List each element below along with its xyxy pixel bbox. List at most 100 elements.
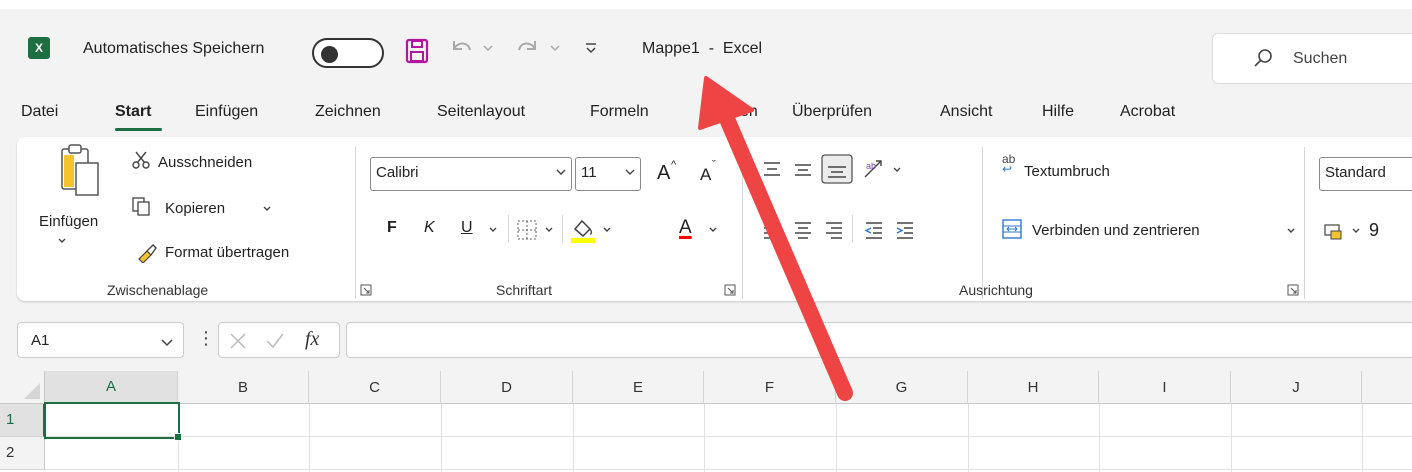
font-color-dropdown-icon[interactable] bbox=[707, 224, 719, 236]
wrap-text-icon[interactable]: ab ↩ bbox=[1002, 153, 1015, 175]
font-launcher-icon[interactable] bbox=[724, 284, 736, 296]
tab-zeichnen[interactable]: Zeichnen bbox=[315, 103, 381, 121]
decrease-indent-icon[interactable] bbox=[863, 219, 885, 241]
font-size-combo[interactable]: 11 bbox=[575, 157, 641, 191]
tab-seitenlayout[interactable]: Seitenlayout bbox=[437, 103, 525, 121]
tab-acrobat[interactable]: Acrobat bbox=[1120, 103, 1175, 121]
column-header-g[interactable]: G bbox=[836, 371, 968, 404]
tab-ueberpruefen[interactable]: Überprüfen bbox=[792, 103, 872, 121]
customize-toolbar-icon[interactable] bbox=[584, 41, 598, 55]
fill-color-dropdown-icon[interactable] bbox=[601, 224, 613, 236]
column-header-k[interactable] bbox=[1362, 371, 1412, 404]
accounting-dropdown-icon[interactable] bbox=[1350, 225, 1362, 237]
underline-dropdown-icon[interactable] bbox=[487, 224, 499, 236]
redo-dropdown-icon[interactable] bbox=[549, 42, 561, 54]
column-header-d[interactable]: D bbox=[441, 371, 573, 404]
tab-ansicht[interactable]: Ansicht bbox=[940, 103, 992, 121]
increase-indent-icon[interactable] bbox=[894, 219, 916, 241]
separator bbox=[508, 215, 509, 243]
paste-label[interactable]: Einfügen bbox=[39, 213, 98, 230]
column-header-f[interactable]: F bbox=[704, 371, 836, 404]
italic-button[interactable]: K bbox=[424, 219, 435, 237]
column-header-h[interactable]: H bbox=[968, 371, 1099, 404]
undo-icon[interactable] bbox=[448, 37, 474, 63]
alignment-launcher-icon[interactable] bbox=[1287, 284, 1299, 296]
name-box[interactable]: A1 bbox=[17, 322, 184, 358]
row-header-2[interactable]: 2 bbox=[0, 437, 45, 470]
align-right-icon[interactable] bbox=[823, 219, 845, 241]
fill-color-icon[interactable] bbox=[570, 217, 596, 245]
merge-center-dropdown-icon[interactable] bbox=[1285, 225, 1297, 237]
column-header-b[interactable]: B bbox=[178, 371, 309, 404]
search-icon bbox=[1254, 49, 1272, 67]
search-box[interactable]: Suchen bbox=[1212, 33, 1412, 84]
font-size-dropdown-icon[interactable] bbox=[624, 166, 636, 178]
clipboard-launcher-icon[interactable] bbox=[360, 284, 372, 296]
align-left-icon[interactable] bbox=[761, 219, 783, 241]
align-middle-icon[interactable] bbox=[792, 159, 814, 181]
formula-bar-grip[interactable]: ⋮ bbox=[197, 328, 215, 349]
borders-icon[interactable] bbox=[516, 219, 538, 241]
document-title: Mappe1 - Excel bbox=[642, 40, 763, 57]
align-bottom-icon[interactable] bbox=[820, 153, 854, 185]
column-header-c[interactable]: C bbox=[309, 371, 441, 404]
fill-handle[interactable] bbox=[174, 433, 182, 441]
undo-dropdown-icon[interactable] bbox=[482, 42, 494, 54]
orientation-dropdown-icon[interactable] bbox=[891, 164, 903, 176]
tab-hilfe[interactable]: Hilfe bbox=[1042, 103, 1074, 121]
format-painter-label[interactable]: Format übertragen bbox=[165, 244, 289, 261]
formula-input[interactable] bbox=[346, 322, 1412, 358]
autosave-toggle[interactable] bbox=[312, 38, 384, 68]
bold-button[interactable]: F bbox=[387, 219, 397, 237]
worksheet-grid: A B C D E F G H I J 1 2 bbox=[0, 371, 1412, 472]
row-header-1[interactable]: 1 bbox=[0, 404, 45, 437]
scissors-icon[interactable] bbox=[131, 150, 151, 170]
redo-icon[interactable] bbox=[515, 37, 541, 63]
font-color-button[interactable]: A bbox=[679, 217, 692, 239]
paste-icon[interactable] bbox=[59, 143, 103, 199]
grow-font-button[interactable]: A bbox=[657, 162, 670, 185]
select-all-corner[interactable] bbox=[0, 371, 45, 404]
percent-format-button[interactable]: 9 bbox=[1369, 220, 1379, 241]
selected-cell-a1[interactable] bbox=[44, 402, 180, 439]
insert-function-button[interactable]: fx bbox=[305, 328, 319, 351]
grid-line bbox=[836, 404, 837, 472]
copy-icon[interactable] bbox=[131, 196, 151, 216]
cell-row-2[interactable] bbox=[45, 437, 1412, 470]
grid-line bbox=[1362, 404, 1363, 472]
column-header-j[interactable]: J bbox=[1231, 371, 1362, 404]
format-painter-icon[interactable] bbox=[135, 241, 157, 263]
paste-dropdown-icon[interactable] bbox=[56, 235, 68, 247]
cell-row-1[interactable] bbox=[45, 404, 1412, 437]
merge-center-label[interactable]: Verbinden und zentrieren bbox=[1032, 222, 1200, 239]
tab-daten[interactable]: en bbox=[740, 103, 758, 121]
title-bar: X Automatisches Speichern Mappe1 - Excel… bbox=[0, 9, 1412, 91]
font-name-combo[interactable]: Calibri bbox=[370, 157, 572, 191]
cut-label[interactable]: Ausschneiden bbox=[158, 154, 252, 171]
font-name-dropdown-icon[interactable] bbox=[555, 166, 567, 178]
wrap-text-label[interactable]: Textumbruch bbox=[1024, 163, 1110, 180]
cancel-icon[interactable] bbox=[229, 332, 247, 350]
tab-datei[interactable]: Datei bbox=[21, 103, 58, 121]
column-header-e[interactable]: E bbox=[573, 371, 704, 404]
accounting-format-icon[interactable] bbox=[1323, 221, 1343, 241]
column-header-i[interactable]: I bbox=[1099, 371, 1231, 404]
borders-dropdown-icon[interactable] bbox=[543, 224, 555, 236]
save-icon[interactable] bbox=[405, 38, 429, 64]
number-format-combo[interactable]: Standard bbox=[1319, 157, 1412, 191]
copy-dropdown-icon[interactable] bbox=[261, 203, 273, 215]
shrink-font-button[interactable]: A bbox=[700, 165, 711, 185]
tab-einfuegen[interactable]: Einfügen bbox=[195, 103, 258, 121]
merge-center-icon[interactable] bbox=[1002, 219, 1022, 239]
tab-formeln[interactable]: Formeln bbox=[590, 103, 649, 121]
name-box-value: A1 bbox=[31, 332, 50, 349]
orientation-icon[interactable]: ab bbox=[862, 157, 888, 181]
copy-label[interactable]: Kopieren bbox=[165, 200, 225, 217]
align-top-icon[interactable] bbox=[761, 159, 783, 181]
enter-check-icon[interactable] bbox=[265, 332, 285, 350]
column-header-a[interactable]: A bbox=[45, 371, 178, 404]
align-center-icon[interactable] bbox=[792, 219, 814, 241]
tab-start[interactable]: Start bbox=[115, 103, 151, 121]
name-box-dropdown-icon[interactable] bbox=[160, 335, 174, 349]
underline-button[interactable]: U bbox=[461, 219, 473, 237]
